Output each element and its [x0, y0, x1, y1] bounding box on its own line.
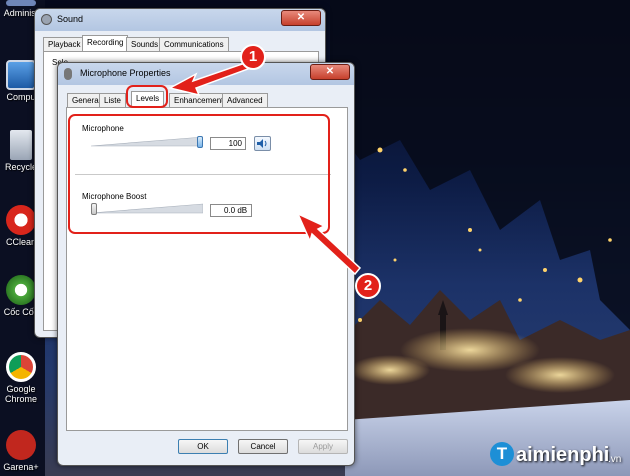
watermark-text: aimienphi	[516, 444, 610, 466]
taimienphi-logo-icon: T	[490, 442, 514, 466]
step-marker-1: 1	[240, 44, 266, 70]
annotation-arrows	[167, 62, 362, 276]
step-marker-2: 2	[355, 273, 381, 299]
arrow-to-level-controls	[296, 212, 362, 276]
arrow-to-levels-tab	[167, 62, 250, 97]
watermark-suffix: .vn	[608, 454, 622, 465]
